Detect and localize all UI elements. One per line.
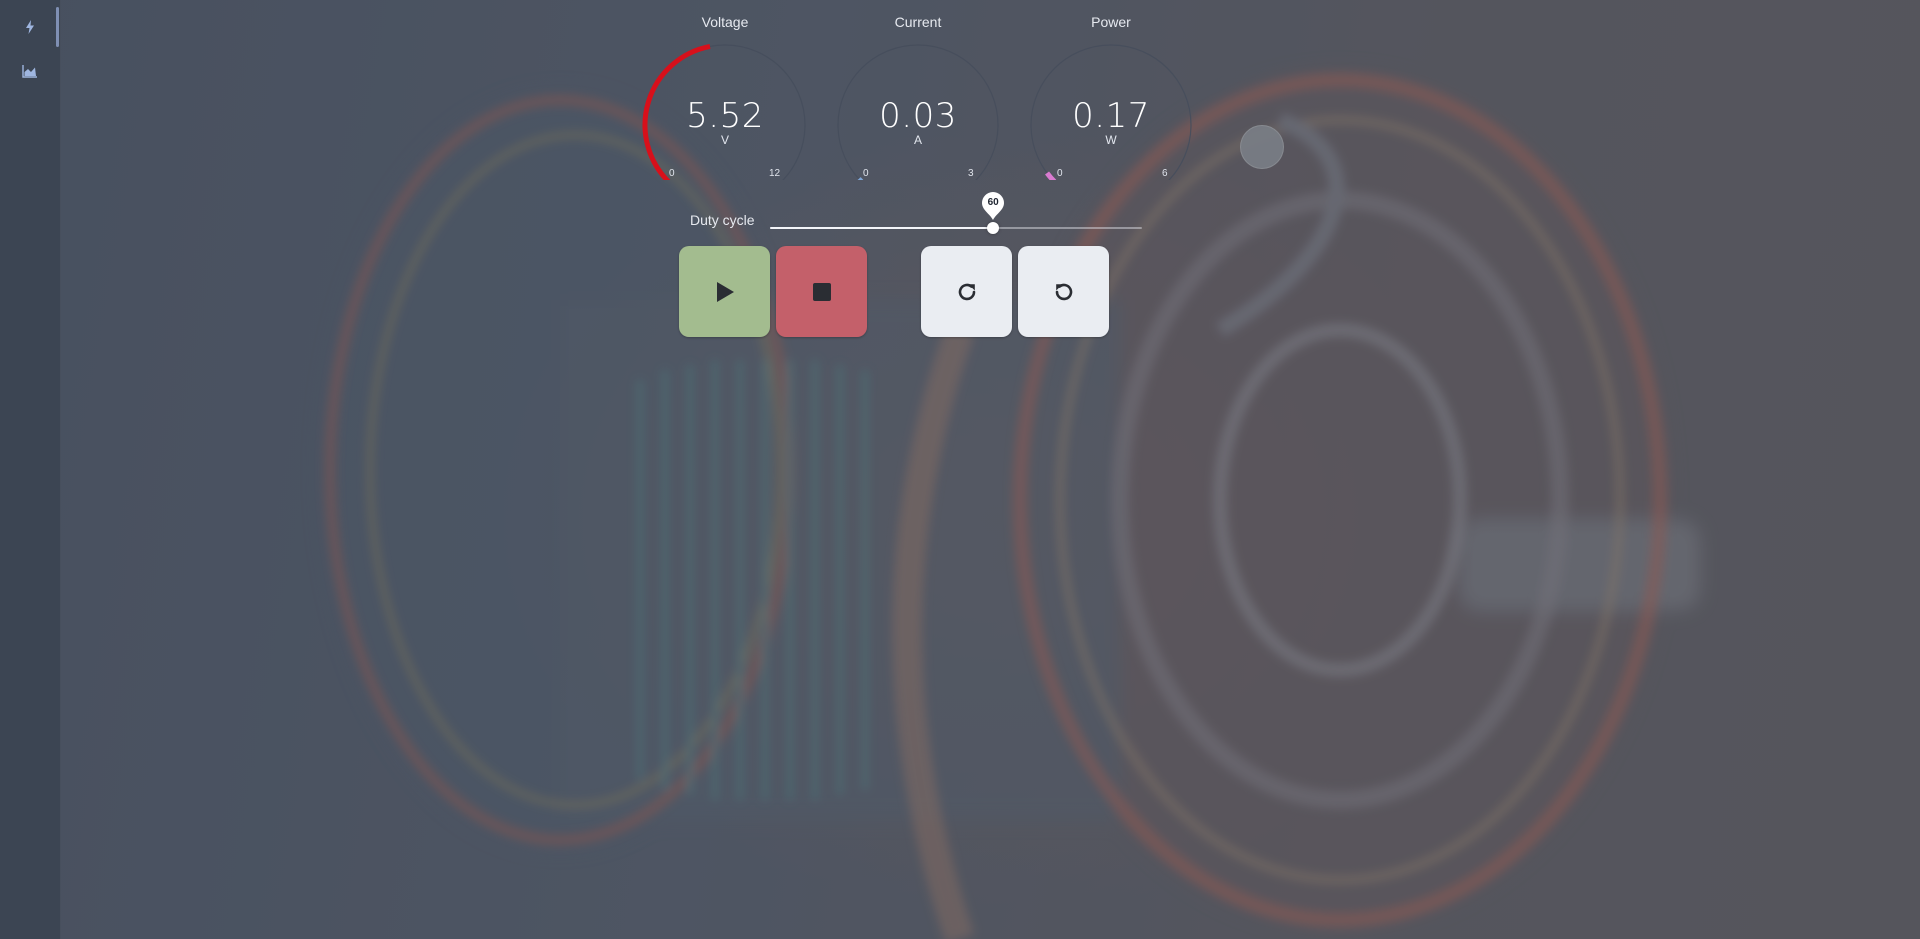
gauge-min-label: 0 (863, 168, 869, 179)
gauge-max-label: 12 (769, 168, 781, 179)
gauge-dial (1030, 44, 1192, 180)
sidebar-item-power-control[interactable] (0, 5, 60, 49)
current-gauge: Current 0.03 A 0 3 (823, 10, 1013, 180)
slider-value-text: 60 (987, 197, 999, 208)
sidebar (0, 0, 61, 939)
gauge-dial (642, 43, 806, 180)
floating-action-button[interactable] (1240, 125, 1284, 169)
lightning-icon (26, 20, 34, 34)
gauge-dial (837, 44, 999, 180)
slider-value-bubble: 60 (981, 191, 1005, 221)
stop-icon (812, 282, 831, 301)
stop-button[interactable] (776, 246, 867, 337)
gauge-unit: V (720, 133, 729, 147)
power-gauge: Power 0.17 W 0 6 (1016, 10, 1206, 180)
play-icon (716, 281, 734, 302)
app-root: Voltage 5.52 V 0 12 Current 0.03 A 0 3 P… (0, 0, 1920, 939)
undo-button[interactable] (1018, 246, 1109, 337)
gauge-value: 5.52 (686, 96, 764, 136)
gauge-unit: W (1105, 133, 1117, 147)
redo-button[interactable] (921, 246, 1012, 337)
gauge-min-label: 0 (669, 168, 675, 179)
rotate-counterclockwise-icon (1055, 283, 1072, 300)
voltage-gauge: Voltage 5.52 V 0 12 (630, 10, 820, 180)
play-button[interactable] (679, 246, 770, 337)
gauge-max-label: 3 (968, 168, 974, 179)
gauge-max-label: 6 (1162, 168, 1168, 179)
duty-cycle-label: Duty cycle (690, 212, 755, 228)
duty-cycle-slider[interactable]: 60 (770, 192, 1142, 234)
slider-fill (770, 227, 994, 229)
rotate-clockwise-icon (958, 283, 975, 300)
sidebar-item-charts[interactable] (0, 49, 60, 93)
gauge-value: 0.03 (879, 96, 957, 136)
area-chart-icon (22, 65, 37, 78)
gauge-unit: A (913, 133, 922, 147)
gauge-value: 0.17 (1072, 96, 1150, 136)
gauge-min-label: 0 (1057, 168, 1063, 179)
